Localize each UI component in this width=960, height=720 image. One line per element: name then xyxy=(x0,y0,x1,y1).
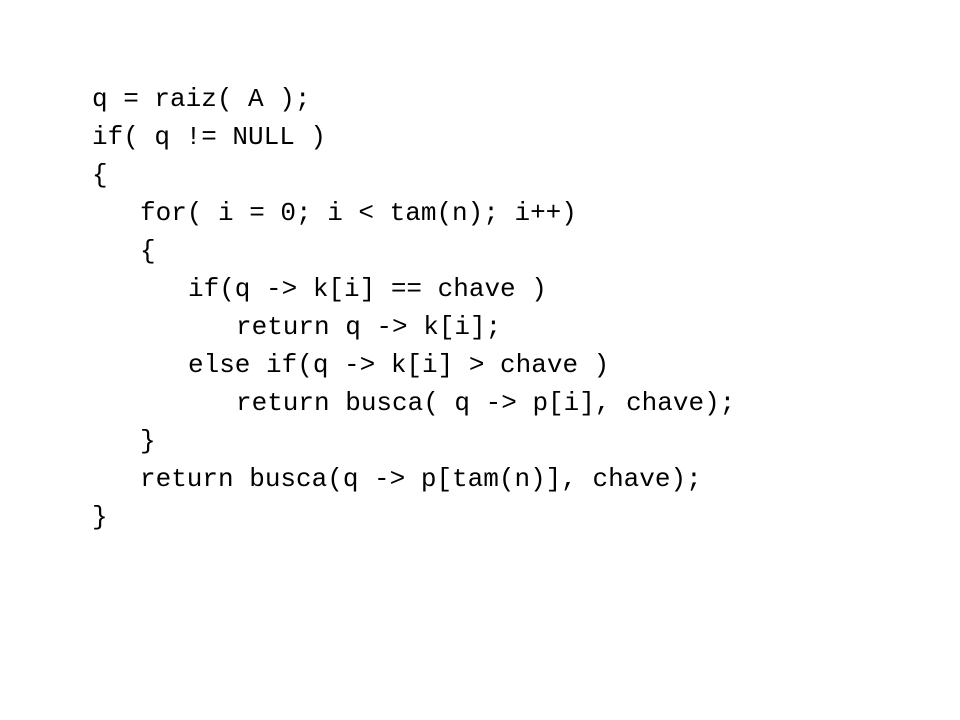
code-line-8: else if(q -> k[i] > chave ) xyxy=(188,350,610,380)
code-line-11: return busca(q -> p[tam(n)], chave); xyxy=(140,464,702,494)
code-line-2: if( q != NULL ) xyxy=(92,122,327,152)
code-line-5: { xyxy=(140,236,156,266)
code-line-4: for( i = 0; i < tam(n); i++) xyxy=(140,198,577,228)
code-line-3: { xyxy=(92,160,108,190)
code-line-9: return busca( q -> p[i], chave); xyxy=(236,388,736,418)
code-line-7: return q -> k[i]; xyxy=(236,312,502,342)
code-line-1: q = raiz( A ); xyxy=(92,84,311,114)
code-block: q = raiz( A ); if( q != NULL ) { for( i … xyxy=(92,80,735,536)
code-line-10: } xyxy=(140,426,156,456)
code-line-12: } xyxy=(92,502,108,532)
code-line-6: if(q -> k[i] == chave ) xyxy=(188,274,547,304)
